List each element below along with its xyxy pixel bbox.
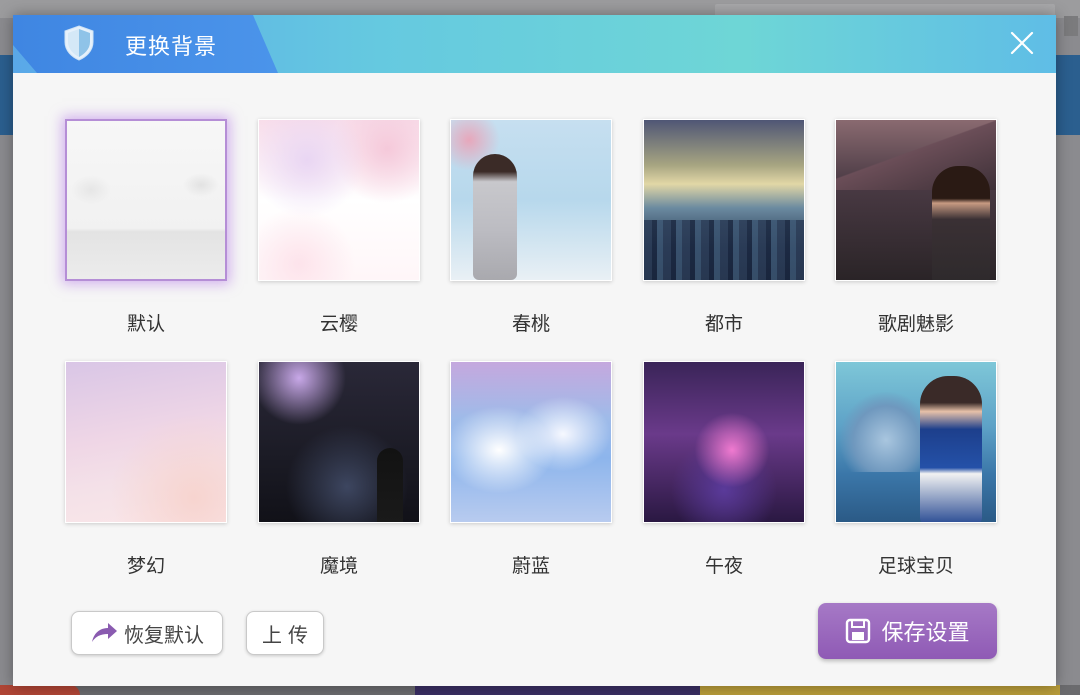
background-thumbnail-sakura[interactable]	[258, 119, 420, 281]
background-label: 梦幻	[126, 555, 165, 577]
background-option-city[interactable]: 都市	[643, 119, 805, 336]
background-label: 春桃	[511, 313, 550, 335]
close-icon[interactable]	[1008, 29, 1036, 57]
background-nav-left	[0, 55, 14, 135]
background-thumbnail-magic[interactable]	[258, 361, 420, 523]
background-label: 魔境	[319, 555, 358, 577]
background-nav-right	[1056, 55, 1080, 135]
background-logo-fragment	[0, 685, 80, 695]
background-option-opera[interactable]: 歌剧魅影	[835, 119, 997, 336]
floppy-disk-icon	[846, 618, 871, 644]
background-thumbnail-football[interactable]	[835, 361, 997, 523]
background-label: 默认	[126, 313, 165, 335]
restore-default-button[interactable]: 恢复默认	[71, 611, 223, 655]
background-thumbnail-blue[interactable]	[450, 361, 612, 523]
save-settings-label: 保存设置	[881, 621, 970, 646]
background-thumbnail-city[interactable]	[643, 119, 805, 281]
dialog-header: 更换背景	[13, 15, 1056, 73]
background-edge-element	[1064, 16, 1078, 36]
background-thumbnail-dream[interactable]	[65, 361, 227, 523]
share-arrow-icon	[92, 623, 117, 642]
background-thumbnail-midnight[interactable]	[643, 361, 805, 523]
restore-default-label: 恢复默认	[124, 622, 204, 647]
background-option-sakura[interactable]: 云樱	[258, 119, 420, 336]
background-label: 午夜	[704, 555, 743, 577]
background-label: 蔚蓝	[511, 555, 550, 577]
upload-label: 上传	[262, 622, 314, 647]
dialog-title: 更换背景	[125, 35, 218, 60]
background-label: 云樱	[319, 313, 358, 335]
background-page-bottom	[0, 685, 1080, 695]
shield-icon	[64, 25, 94, 61]
background-option-blue[interactable]: 蔚蓝	[450, 361, 612, 578]
background-option-dream[interactable]: 梦幻	[65, 361, 227, 578]
change-background-dialog: 更换背景 默认 云樱 春桃 都市 歌剧魅影梦幻 魔境 蔚蓝 午夜 足球宝贝 恢复默认 上传 保存…	[13, 15, 1056, 686]
background-thumbnail-opera[interactable]	[835, 119, 997, 281]
save-settings-button[interactable]: 保存设置	[818, 603, 997, 659]
background-thumbnail-peach[interactable]	[450, 119, 612, 281]
background-banner-fragment	[700, 685, 1060, 695]
background-banner-fragment	[415, 685, 705, 695]
background-option-default[interactable]: 默认	[65, 119, 227, 336]
background-label: 都市	[704, 313, 743, 335]
background-option-magic[interactable]: 魔境	[258, 361, 420, 578]
background-option-midnight[interactable]: 午夜	[643, 361, 805, 578]
background-thumbnail-default[interactable]	[65, 119, 227, 281]
background-label: 歌剧魅影	[877, 313, 954, 335]
background-option-peach[interactable]: 春桃	[450, 119, 612, 336]
background-option-football[interactable]: 足球宝贝	[835, 361, 997, 578]
upload-button[interactable]: 上传	[246, 611, 324, 655]
background-label: 足球宝贝	[877, 555, 954, 577]
